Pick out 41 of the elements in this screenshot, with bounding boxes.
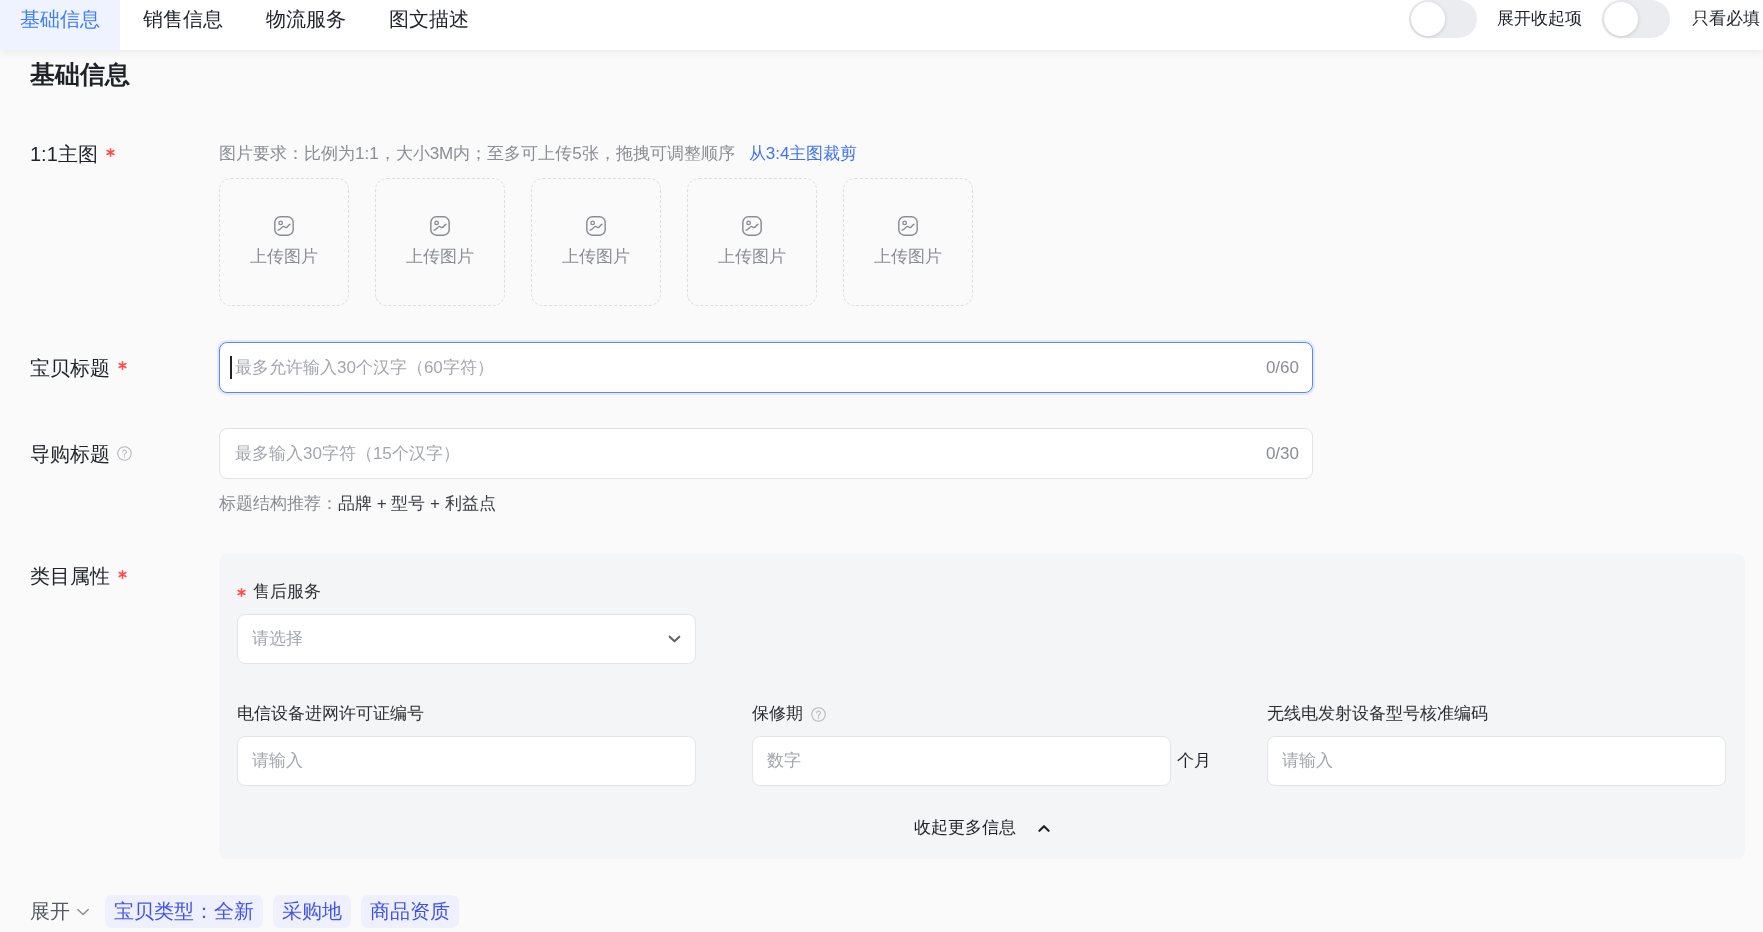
upload-button[interactable]: 上传图片 — [687, 178, 817, 306]
tip-label: 标题结构推荐： — [219, 494, 338, 513]
text-cursor-icon — [230, 356, 232, 379]
upload-button[interactable]: 上传图片 — [219, 178, 349, 306]
character-counter: 0/30 — [1265, 442, 1299, 465]
tab[interactable]: 图文描述 — [369, 0, 489, 50]
tab[interactable]: 销售信息 — [123, 0, 243, 50]
filter-tag[interactable]: 商品资质 — [361, 895, 459, 928]
image-icon — [741, 215, 763, 237]
image-icon — [897, 215, 919, 237]
image-icon — [273, 215, 295, 237]
unit-label: 个月 — [1177, 750, 1211, 773]
crop-link[interactable]: 从3:4主图裁剪 — [748, 140, 858, 168]
upload-button[interactable]: 上传图片 — [375, 178, 505, 306]
field-label: 导购标题 — [30, 441, 110, 467]
tab[interactable]: 物流服务 — [246, 0, 366, 50]
collapse-button[interactable]: 收起更多信息 — [914, 816, 1050, 840]
field-label: 类目属性 — [30, 564, 110, 589]
image-icon — [429, 215, 451, 237]
filter-tag[interactable]: 宝贝类型：全新 — [105, 895, 263, 928]
expand-button[interactable]: 展开 — [30, 895, 90, 928]
attribute-label: 售后服务 — [253, 581, 321, 603]
tip-text: 品牌 + 型号 + 利益点 — [338, 494, 496, 513]
toggle-label: 只看必填 — [1692, 8, 1760, 31]
section-title: 基础信息 — [30, 59, 131, 89]
attribute-label: 无线电发射设备型号核准编码 — [1267, 703, 1488, 725]
image-icon — [585, 215, 607, 237]
upload-button[interactable]: 上传图片 — [843, 178, 973, 306]
filter-tag[interactable]: 采购地 — [273, 895, 351, 928]
tab[interactable]: 基础信息 — [0, 0, 120, 50]
attribute-label: 保修期 — [752, 703, 803, 725]
toggle-switch[interactable] — [1409, 0, 1477, 38]
field-label: 宝贝标题 — [30, 355, 110, 381]
upload-hint: 图片要求：比例为1:1，大小3M内；至多可上传5张，拖拽可调整顺序 — [219, 143, 735, 165]
character-counter: 0/60 — [1265, 356, 1299, 379]
upload-button[interactable]: 上传图片 — [531, 178, 661, 306]
chevron-down-icon — [668, 635, 681, 643]
toggle-label: 展开收起项 — [1497, 8, 1582, 31]
field-label: 1:1主图 — [30, 142, 98, 167]
attribute-label: 电信设备进网许可证编号 — [237, 703, 424, 725]
toggle-switch[interactable] — [1602, 0, 1670, 38]
